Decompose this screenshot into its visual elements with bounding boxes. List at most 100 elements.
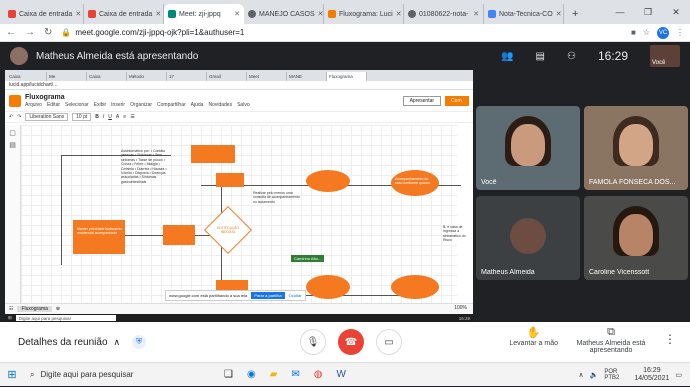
language-indicator[interactable]: POR PTB2 [604, 369, 628, 381]
lucidchart-icon [328, 10, 336, 18]
more-icon[interactable]: ⋮ [676, 28, 684, 37]
raise-hand-button[interactable]: ✋ Levantar a mão [509, 326, 558, 347]
more-options-icon[interactable]: ⋮ [664, 332, 676, 346]
participant-name: FAMOLA FONSECA DOS... [589, 179, 676, 186]
edge-icon[interactable]: ◉ [247, 369, 256, 380]
participant-tile[interactable]: FAMOLA FONSECA DOS... [584, 106, 688, 190]
share-button: Com. [445, 95, 469, 106]
new-tab-button[interactable]: + [572, 8, 578, 20]
sheet-bar: ☷ Fluxograma ⊕ [5, 303, 473, 314]
add-sheet-icon: ⊕ [55, 306, 61, 312]
minimize-button[interactable]: — [606, 7, 634, 17]
layers-icon: ▤ [9, 142, 16, 149]
browser-tab[interactable]: Fluxograma: Luci ✕ [324, 4, 404, 24]
system-clock[interactable]: 16:29 14/05/2021 [634, 367, 669, 382]
taskbar-apps: ❑ ◉ ▰ ✉ ◍ W [224, 369, 346, 380]
presenter-bar: Matheus Almeida está apresentando 👥 ▤ ⚇ … [0, 42, 690, 70]
close-icon[interactable]: ✕ [231, 10, 240, 18]
folder-icon[interactable]: ▰ [270, 369, 278, 380]
meet-area: Matheus Almeida está apresentando 👥 ▤ ⚇ … [0, 42, 690, 362]
document-icon [488, 10, 496, 18]
sheet-tab: Fluxograma [17, 306, 52, 312]
word-icon[interactable]: W [337, 369, 346, 380]
taskbar-search[interactable]: ⌕ Digite aqui para pesquisar [24, 365, 194, 385]
shared-tab: Método [127, 72, 167, 81]
mail-icon[interactable]: ✉ [291, 369, 299, 380]
shared-tab: 17 [167, 72, 207, 81]
globe-icon [408, 10, 416, 18]
forward-icon[interactable]: → [25, 27, 35, 38]
connector [61, 155, 62, 265]
star-icon[interactable]: ☆ [643, 28, 650, 37]
url-field[interactable]: meet.google.com/zji-jppq-ojk?pli=1&authu… [75, 28, 244, 37]
participants-icon[interactable]: 👥 [501, 51, 513, 62]
globe-icon [248, 10, 256, 18]
diagram-canvas: NOTIFICAÇÃO IMEDIATA Assintomático por: … [21, 125, 466, 303]
share-notice: www.google.com está partilhando a sua te… [165, 290, 306, 301]
shapes-icon: ▢ [9, 130, 16, 137]
windows-taskbar: ⊞ ⌕ Digite aqui para pesquisar ❑ ◉ ▰ ✉ ◍… [0, 362, 690, 386]
reload-icon[interactable]: ↻ [44, 27, 52, 38]
chrome-icon[interactable]: ◍ [314, 369, 323, 380]
chevron-up-icon[interactable]: ∧ [114, 337, 121, 348]
presentation-button[interactable]: ⧉ Matheus Almeida está apresentando [576, 326, 646, 354]
close-window-button[interactable]: ✕ [662, 7, 690, 18]
close-icon[interactable]: ✕ [315, 10, 323, 18]
notifications-icon[interactable]: ▭ [675, 371, 682, 379]
participant-face [619, 124, 653, 166]
camera-button[interactable]: ▭ [376, 329, 402, 355]
browser-tab[interactable]: Caixa de entrada ✕ [84, 4, 164, 24]
browser-tab-active[interactable]: Meet: zji-jppq ✕ [164, 4, 244, 24]
text-color-icon: A [115, 114, 120, 120]
browser-tab[interactable]: Caixa de entrada ✕ [4, 4, 84, 24]
meet-controls: Detalhes da reunião ∧ ⛨ 🎙 ☎ ▭ ✋ Levantar … [0, 322, 690, 362]
lucid-logo-icon [9, 94, 21, 107]
self-view-thumbnail[interactable]: Você [650, 45, 680, 67]
shared-taskbar: ⊞ Digite aqui para pesquisar 16:29 [5, 314, 473, 322]
close-icon[interactable]: ✕ [470, 10, 479, 18]
shared-tab: Caixa [87, 72, 127, 81]
close-icon[interactable]: ✕ [72, 10, 81, 18]
flow-box [163, 225, 195, 245]
participant-tile[interactable]: Matheus Almeida [476, 196, 580, 280]
left-toolbox: ▢ ▤ [5, 125, 21, 303]
symptoms-list: Assintomático por: • Contato pessoas • S… [121, 149, 167, 184]
volume-icon[interactable]: 🔈 [590, 371, 599, 379]
back-icon[interactable]: ← [6, 27, 16, 38]
browser-tab[interactable]: Nota-Tecnica-CO ✕ [484, 4, 564, 24]
profile-avatar[interactable]: VC [657, 26, 669, 39]
camera-icon[interactable]: ■ [631, 28, 636, 37]
note-mid: Realizar pelo menos uma consulta de acom… [253, 191, 300, 204]
shared-time: 16:29 [458, 315, 470, 321]
close-icon[interactable]: ✕ [393, 10, 402, 18]
close-icon[interactable]: ✕ [152, 10, 161, 18]
shield-icon[interactable]: ⛨ [132, 335, 147, 349]
participant-tile[interactable]: Caroline Vicenssott [584, 196, 688, 280]
meeting-details-button[interactable]: Detalhes da reunião [18, 337, 108, 348]
shared-tab: Gmail [207, 72, 247, 81]
browser-tab[interactable]: 01080622-nota- ✕ [404, 4, 484, 24]
grid-icon: ☷ [9, 306, 14, 312]
close-icon[interactable]: ✕ [553, 10, 562, 18]
microphone-button[interactable]: 🎙 [300, 329, 326, 355]
shared-url-bar: lucid.app/lucidchart/... [5, 81, 473, 90]
decision-label: NOTIFICAÇÃO IMEDIATA [217, 226, 239, 234]
leave-call-button[interactable]: ☎ [338, 329, 364, 355]
shared-search: Digite aqui para pesquisar [15, 315, 116, 321]
video-icon: ▭ [384, 336, 394, 348]
meet-icon [168, 10, 176, 18]
browser-tab[interactable]: MANEJO CASOS ✕ [244, 4, 324, 24]
windows-start-icon[interactable]: ⊞ [0, 363, 24, 387]
maximize-button[interactable]: ❐ [634, 7, 662, 18]
document-title: Fluxograma [25, 93, 65, 101]
list-icon: ☰ [130, 114, 135, 120]
flow-box [73, 220, 125, 254]
participant-tile[interactable]: Você [476, 106, 580, 190]
align-icon: ≡ [123, 114, 127, 120]
shared-tab: MANE [287, 72, 327, 81]
task-view-icon[interactable]: ❑ [224, 369, 233, 380]
activities-icon[interactable]: ⚇ [567, 51, 576, 62]
underline-icon: U [108, 114, 112, 120]
chat-icon[interactable]: ▤ [536, 51, 545, 62]
tray-chevron-icon[interactable]: ∧ [578, 371, 583, 379]
